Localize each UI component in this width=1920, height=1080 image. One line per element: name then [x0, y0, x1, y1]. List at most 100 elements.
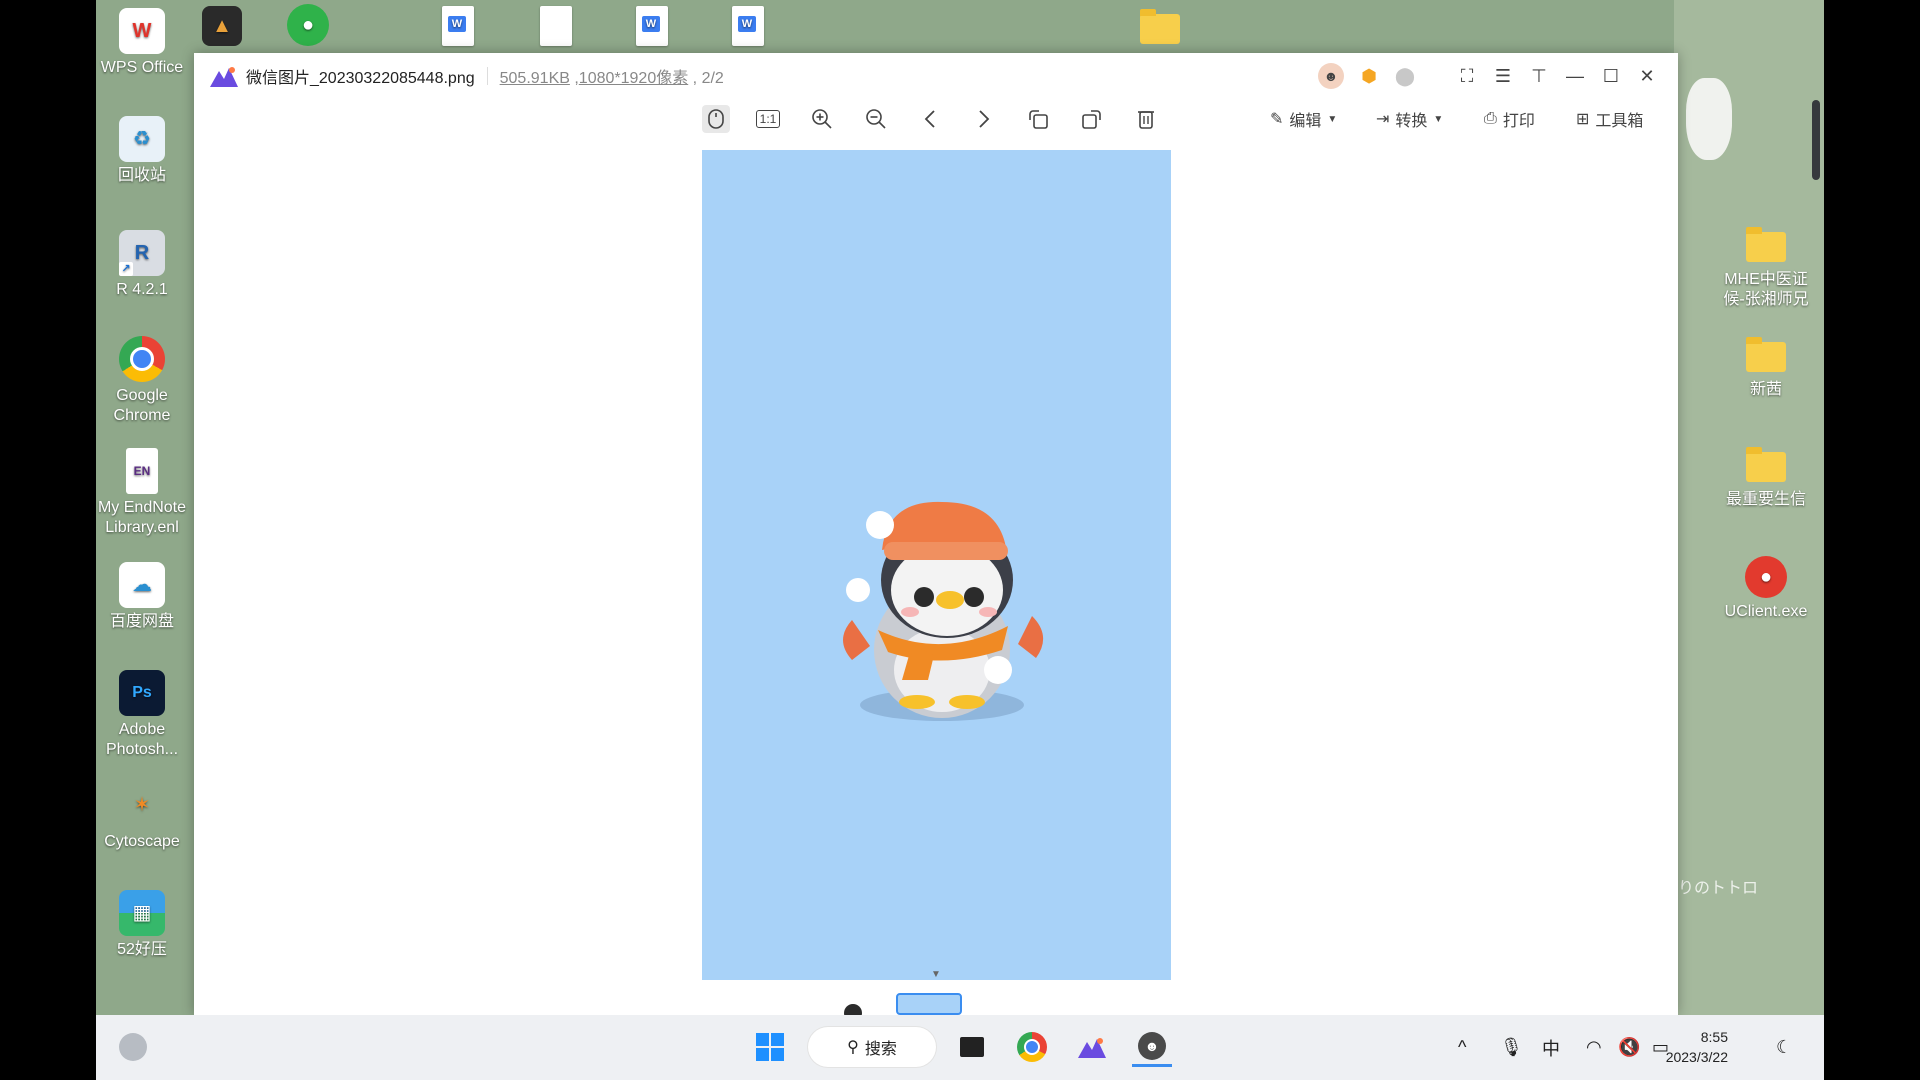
- desktop-icon-doc-4[interactable]: W: [718, 6, 778, 46]
- page-indicator: 2/2: [701, 70, 724, 87]
- desktop-icon-folder-mhe[interactable]: MHE中医证候-张湘师兄: [1716, 224, 1816, 310]
- taskbar-chrome-icon[interactable]: [1012, 1027, 1052, 1067]
- thumbnail-1[interactable]: [836, 996, 870, 1015]
- desktop-icon-folder-3[interactable]: 最重要生信: [1716, 444, 1816, 510]
- scroll-handle[interactable]: [1812, 100, 1820, 180]
- edit-button[interactable]: ✎ 编辑 ▼: [1270, 105, 1337, 133]
- show-hidden-icons[interactable]: ^: [1458, 1015, 1466, 1080]
- file-size[interactable]: 505.91KB: [500, 70, 570, 87]
- pin-icon[interactable]: ⊤: [1528, 65, 1550, 87]
- desktop-icon-label: Adobe Photosh...: [105, 721, 179, 758]
- desktop-icon-baidu[interactable]: ☁ 百度网盘: [96, 562, 192, 632]
- convert-icon: ⇥: [1376, 111, 1390, 128]
- triangle-app-icon: ▲: [202, 6, 242, 46]
- title-separator: [486, 67, 488, 85]
- edit-icon: ✎: [1270, 111, 1284, 128]
- viewer-logo-icon: [210, 67, 238, 87]
- quiet-hours-icon[interactable]: ☾: [1776, 1015, 1792, 1080]
- vip-badge-icon[interactable]: ⬢: [1358, 65, 1380, 87]
- user-avatar-icon[interactable]: ☻: [1318, 63, 1344, 89]
- zoom-in-icon[interactable]: [808, 105, 836, 133]
- convert-button[interactable]: ⇥ 转换 ▼: [1376, 105, 1443, 133]
- rotate-left-icon[interactable]: [1024, 105, 1052, 133]
- desktop-icon-doc-2[interactable]: [526, 6, 586, 46]
- rotate-right-icon[interactable]: [1078, 105, 1106, 133]
- microphone-icon[interactable]: 🎙: [1500, 1015, 1523, 1080]
- previous-image-icon[interactable]: [916, 105, 944, 133]
- volume-muted-icon[interactable]: 🔇: [1618, 1015, 1640, 1080]
- print-button[interactable]: ⎙ 打印: [1484, 105, 1535, 133]
- folder-icon: [1746, 447, 1786, 482]
- image-canvas[interactable]: [702, 150, 1171, 980]
- desktop-icon-label: UClient.exe: [1724, 603, 1808, 620]
- cytoscape-icon: ✶: [133, 794, 151, 816]
- desktop-icon-label: 52好压: [117, 941, 167, 958]
- desktop-icon-folder-top[interactable]: [1130, 6, 1190, 52]
- image-toolbar: 1:1 ✎ 编辑 ▼ ⇥ 转换 ▼ ⎙ 打印 ⊞ 工具箱: [194, 99, 1678, 139]
- minimize-icon[interactable]: —: [1564, 65, 1586, 87]
- desktop-icon-doc-1[interactable]: W: [428, 6, 488, 46]
- thumbnail-strip: [194, 993, 1678, 1015]
- edit-label: 编辑: [1289, 113, 1322, 130]
- desktop-icon-photoshop[interactable]: Ps Adobe Photosh...: [96, 670, 192, 760]
- baidu-netdisk-icon: ☁: [119, 562, 165, 608]
- desktop-icon-52haoya[interactable]: ▦ 52好压: [96, 890, 192, 960]
- convert-label: 转换: [1395, 113, 1428, 130]
- windows-icon: [756, 1033, 784, 1061]
- desktop-icon-recycle-bin[interactable]: ♻ 回收站: [96, 116, 192, 186]
- desktop-icon-uclient[interactable]: ● UClient.exe: [1716, 556, 1816, 622]
- ime-indicator[interactable]: 中: [1542, 1015, 1560, 1080]
- wifi-icon[interactable]: ◠: [1586, 1015, 1602, 1080]
- next-image-icon[interactable]: [970, 105, 998, 133]
- delete-icon[interactable]: [1132, 105, 1160, 133]
- desktop-icon-label: Google Chrome: [113, 387, 171, 424]
- toolbox-button[interactable]: ⊞ 工具箱: [1576, 105, 1643, 133]
- weather-widget-icon[interactable]: [116, 1027, 150, 1067]
- actual-size-button[interactable]: 1:1: [754, 105, 782, 133]
- print-label: 打印: [1502, 113, 1535, 130]
- penguin-sticker-image: [843, 501, 1044, 721]
- endnote-icon: EN: [126, 448, 158, 494]
- file-dimensions[interactable]: 1080*1920像素: [579, 70, 688, 87]
- collapse-thumbnails-icon[interactable]: ▼: [922, 969, 950, 981]
- folder-icon: [1746, 227, 1786, 262]
- desktop-icon-label: WPS Office: [100, 59, 184, 76]
- mouse-mode-icon[interactable]: [702, 105, 730, 133]
- folder-icon: [1746, 337, 1786, 372]
- desktop-icon-label: R 4.2.1: [116, 281, 168, 298]
- maximize-icon[interactable]: ☐: [1600, 65, 1622, 87]
- desktop-icon-wps[interactable]: W WPS Office: [96, 8, 192, 78]
- desktop-icon-label: MHE中医证候-张湘师兄: [1723, 271, 1809, 308]
- taskbar-search[interactable]: ⚲ 搜索: [808, 1027, 936, 1067]
- desktop-icon-doc-3[interactable]: W: [622, 6, 682, 46]
- chevron-down-icon: ▼: [1327, 113, 1338, 125]
- printer-icon: ⎙: [1484, 110, 1497, 127]
- desktop-icon-app-1[interactable]: ▲: [192, 6, 252, 50]
- desktop-icon-r[interactable]: R ↗ R 4.2.1: [96, 230, 192, 300]
- thumbnail-2-selected[interactable]: [896, 993, 962, 1015]
- taskbar-image-viewer-icon[interactable]: [1072, 1027, 1112, 1067]
- desktop-icon-chrome[interactable]: Google Chrome: [96, 336, 192, 426]
- desktop-icon-app-2[interactable]: ●: [278, 4, 338, 50]
- close-icon[interactable]: ✕: [1636, 65, 1658, 87]
- desktop-icon-label: Cytoscape: [104, 833, 180, 850]
- desktop-icon-folder-2[interactable]: 新茜: [1716, 334, 1816, 400]
- file-title: 微信图片_20230322085448.png: [246, 70, 475, 87]
- zoom-out-icon[interactable]: [862, 105, 890, 133]
- clock[interactable]: 8:55 2023/3/22: [1666, 1027, 1728, 1067]
- task-view-icon[interactable]: [952, 1027, 992, 1067]
- desktop-icon-label: 新茜: [1749, 381, 1782, 398]
- desktop-icon-cytoscape[interactable]: ✶ Cytoscape: [96, 782, 192, 852]
- coin-icon[interactable]: ⬤: [1394, 65, 1416, 87]
- word-doc-icon: W: [636, 6, 668, 46]
- actual-size-label: 1:1: [755, 110, 781, 128]
- start-button[interactable]: [750, 1027, 790, 1067]
- word-doc-icon: W: [732, 6, 764, 46]
- fullscreen-icon[interactable]: ⛶: [1456, 65, 1478, 87]
- taskbar-app-active-icon[interactable]: ☻: [1132, 1027, 1172, 1067]
- wps-icon: W: [119, 8, 165, 54]
- clock-time: 8:55: [1700, 1029, 1728, 1045]
- search-icon: ⚲: [847, 1039, 859, 1056]
- menu-icon[interactable]: ☰: [1492, 65, 1514, 87]
- desktop-icon-endnote[interactable]: EN My EndNote Library.enl: [96, 448, 192, 538]
